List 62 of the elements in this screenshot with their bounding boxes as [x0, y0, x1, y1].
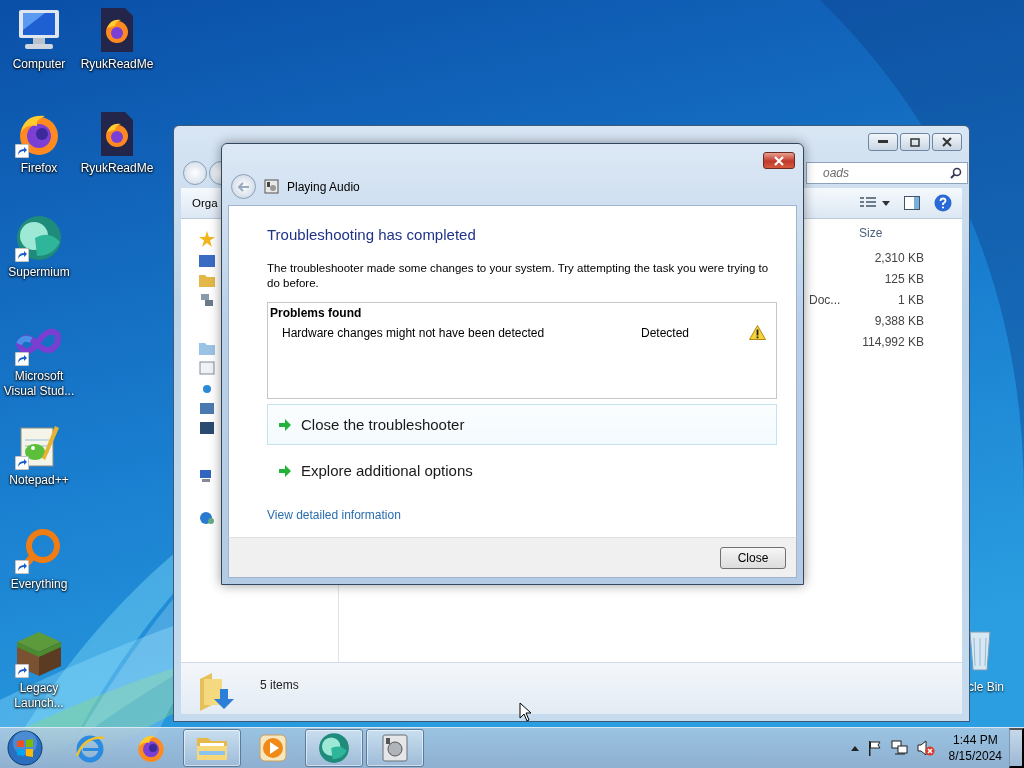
- close-button[interactable]: [932, 133, 962, 151]
- desktop-icon-label[interactable]: RyukReadMe: [79, 57, 155, 72]
- arrow-icon: [278, 464, 292, 477]
- search-field[interactable]: oads: [806, 162, 968, 184]
- heading: Troubleshooting has completed: [267, 226, 477, 243]
- window-title: Playing Audio: [287, 180, 360, 194]
- maximize-icon: [910, 137, 920, 147]
- clock-time[interactable]: 1:44 PM: [952, 732, 998, 748]
- view-options-icon[interactable]: [860, 197, 890, 209]
- muted-speaker-icon[interactable]: [916, 740, 935, 756]
- media-player-icon: [258, 733, 288, 763]
- warning-icon: [749, 325, 766, 340]
- show-desktop-button[interactable]: [1009, 728, 1024, 768]
- file-name: Doc...: [808, 292, 842, 307]
- desktop-icon-label[interactable]: Supermium: [1, 265, 77, 280]
- file-size: 1 KB: [897, 292, 924, 307]
- taskbar-button[interactable]: [305, 729, 363, 767]
- desktop-icon-label[interactable]: RyukReadMe: [79, 161, 155, 176]
- maximize-button[interactable]: [900, 133, 930, 151]
- close-button[interactable]: Close: [720, 546, 786, 569]
- column-header[interactable]: Size: [859, 226, 924, 240]
- back-arrow-icon: [237, 181, 250, 192]
- command-link[interactable]: Explore additional options: [267, 450, 777, 491]
- help-icon[interactable]: [934, 194, 952, 212]
- star-icon: [199, 231, 215, 247]
- close-icon: [942, 137, 952, 147]
- desktop-icon-label[interactable]: Computer: [1, 57, 77, 72]
- globe-icon: [15, 214, 63, 262]
- close-button[interactable]: [763, 152, 795, 169]
- problem-text: Hardware changes might not have been detected: [282, 325, 546, 340]
- organize-menu[interactable]: Orga: [192, 197, 218, 209]
- command-link[interactable]: Close the troubleshooter: [267, 404, 777, 445]
- file-size: 2,310 KB: [873, 250, 924, 265]
- globe-icon: [317, 731, 351, 765]
- show-hidden-icons-icon[interactable]: [850, 745, 859, 751]
- desktop-icon-label[interactable]: Firefox: [1, 161, 77, 176]
- taskbar-button[interactable]: [366, 729, 424, 767]
- file-size: 114,992 KB: [861, 334, 924, 349]
- file-size: 9,388 KB: [873, 313, 924, 328]
- desktop-icon-label[interactable]: cle Bin: [968, 680, 1005, 694]
- arrow-icon: [278, 418, 292, 431]
- item-count: 5 items: [260, 678, 299, 692]
- panel-title: Problems found: [270, 306, 362, 320]
- grass-block-icon: [15, 630, 63, 678]
- flag-icon[interactable]: [866, 740, 883, 756]
- desktop-icon-label[interactable]: Everything: [1, 577, 77, 592]
- desktop-icon-label[interactable]: Microsoft Visual Stud...: [1, 369, 77, 399]
- message: The troubleshooter made some changes to your system. Try attempting the task you were trying to do before.: [267, 261, 770, 291]
- minimize-button[interactable]: [868, 133, 898, 151]
- clock-date[interactable]: 8/15/2024: [948, 748, 1002, 764]
- desktop-icon-label[interactable]: Notepad++: [1, 473, 77, 488]
- preview-pane-icon[interactable]: [904, 196, 920, 210]
- troubleshooter-icon: [380, 733, 410, 763]
- troubleshooter-icon: [264, 179, 279, 194]
- mouse-pointer-icon: [519, 702, 532, 722]
- recycle-bin-icon: [968, 628, 992, 672]
- problem-status: Detected: [641, 325, 691, 340]
- file-size: 125 KB: [883, 271, 924, 286]
- details-link[interactable]: View detailed information: [267, 508, 401, 522]
- close-icon: [773, 155, 785, 166]
- taskbar-button[interactable]: [183, 729, 241, 767]
- minimize-icon: [878, 140, 888, 144]
